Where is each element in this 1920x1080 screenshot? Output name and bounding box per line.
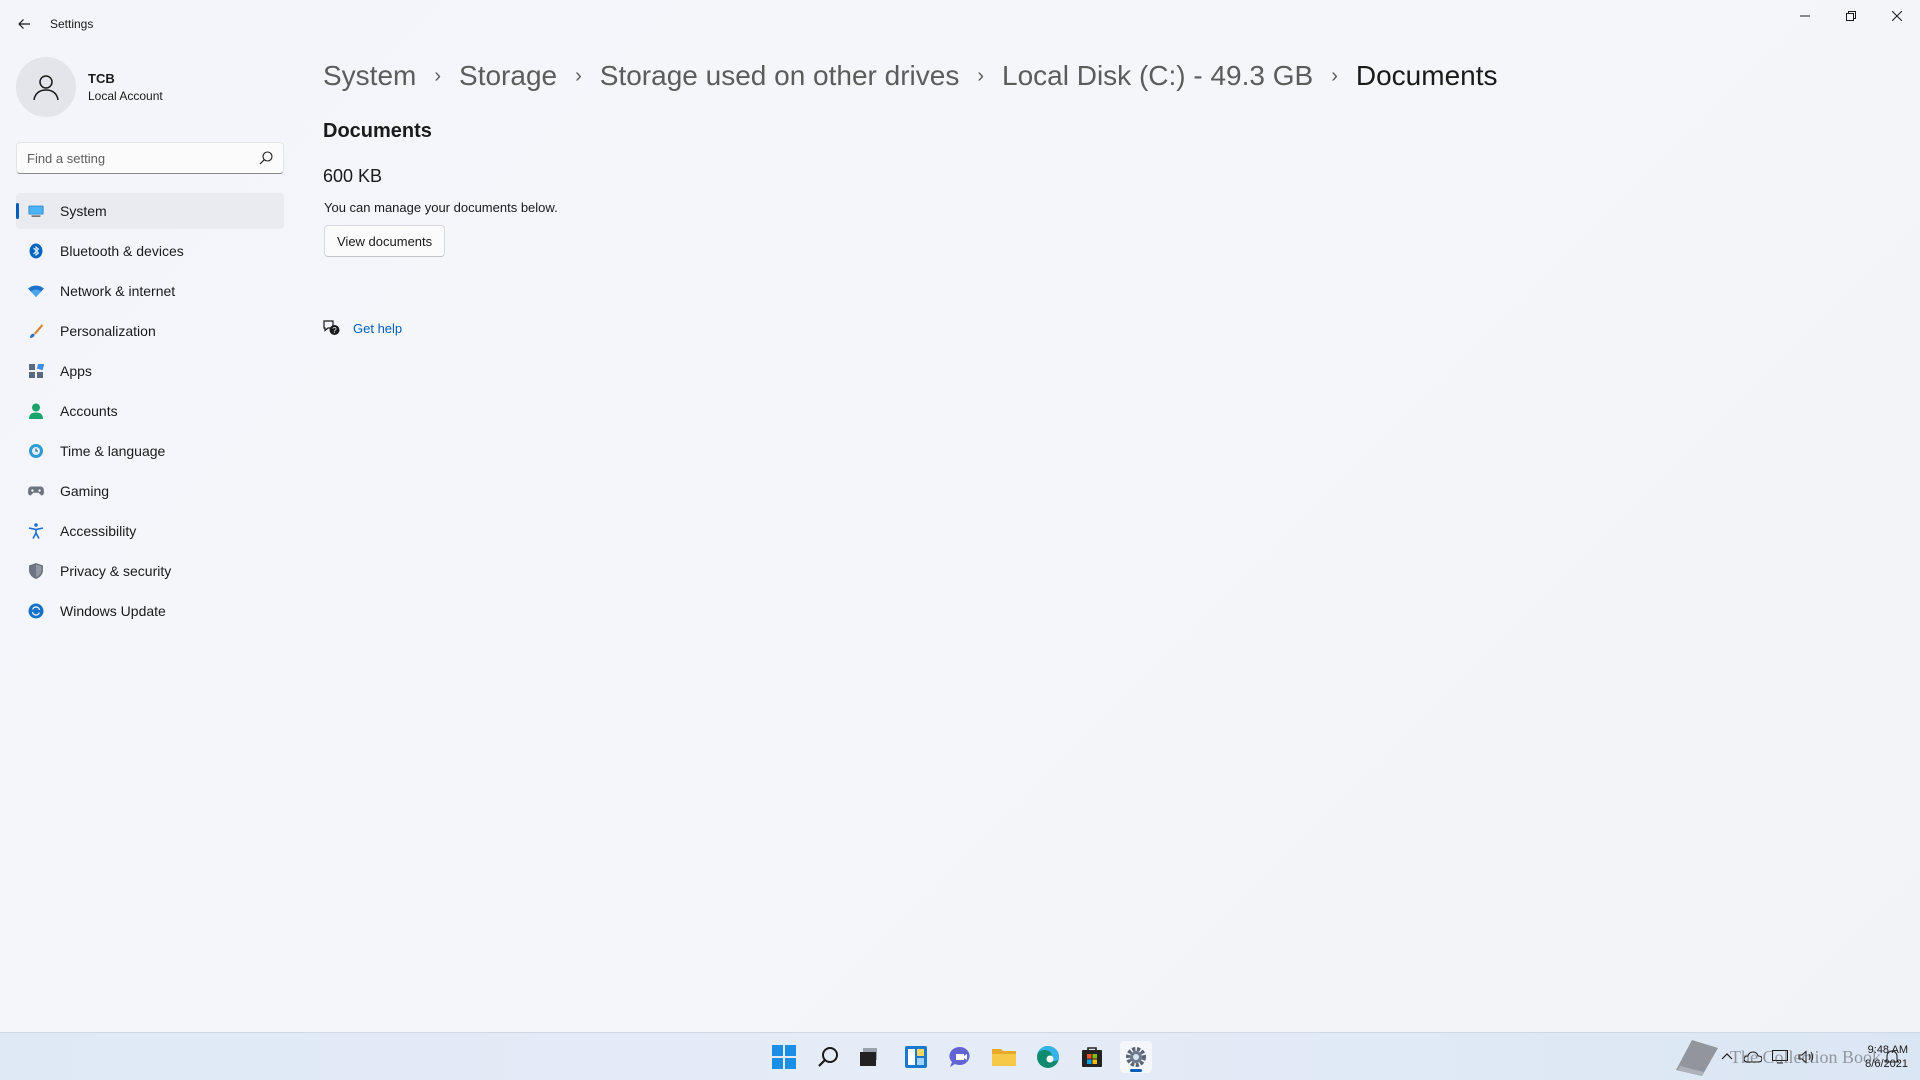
settings-window: Settings TCB Local Account System [0,0,1920,1032]
sidebar-item-personalization[interactable]: Personalization [16,313,284,349]
breadcrumb-storage[interactable]: Storage [459,60,557,92]
windows-start-icon[interactable] [768,1041,800,1073]
back-arrow-icon [18,19,30,29]
chevron-right-icon: › [575,64,582,87]
gamepad-icon [28,483,44,499]
user-profile[interactable]: TCB Local Account [16,57,163,117]
svg-text:?: ? [332,326,337,335]
documents-size: 600 KB [323,166,383,186]
close-icon [1892,11,1902,21]
sidebar-item-accounts[interactable]: Accounts [16,393,284,429]
user-avatar-icon [33,75,59,101]
sidebar-item-label: Apps [60,363,92,379]
sidebar-item-label: Accessibility [60,523,137,539]
notification-icon[interactable] [1884,1049,1900,1065]
get-help-label: Get help [353,320,403,336]
sidebar-item-label: Personalization [60,323,156,339]
minimize-icon [1800,15,1810,17]
close-button[interactable] [1874,0,1920,32]
breadcrumb-local-disk[interactable]: Local Disk (C:) - 49.3 GB [1002,60,1313,92]
sidebar-item-label: Bluetooth & devices [60,243,184,259]
get-help-link[interactable]: ? Get help [323,320,402,336]
profile-name: TCB [88,71,115,86]
teams-chat-icon[interactable] [944,1041,976,1073]
watermark: The Collection Book [1670,1036,1881,1078]
chevron-right-icon: › [1331,64,1338,87]
view-documents-button[interactable]: View documents [324,225,446,257]
accessibility-icon [28,523,44,539]
sidebar-item-network[interactable]: Network & internet [16,273,284,309]
wifi-icon [28,283,44,299]
breadcrumb-system[interactable]: System [323,60,416,92]
sidebar-item-accessibility[interactable]: Accessibility [16,513,284,549]
sidebar-item-label: Time & language [60,443,166,459]
update-icon [28,603,44,619]
documents-description: You can manage your documents below. [324,200,558,215]
sidebar-item-time-language[interactable]: Time & language [16,433,284,469]
sidebar-item-label: Privacy & security [60,563,172,579]
store-icon[interactable] [1076,1041,1108,1073]
title-bar: Settings [0,0,1920,48]
globe-clock-icon [28,443,44,459]
search-input[interactable] [17,143,247,173]
sidebar-nav: System Bluetooth & devices Network & int… [16,193,284,633]
back-button[interactable] [12,12,36,36]
sidebar-item-label: Network & internet [60,283,176,299]
search-icon[interactable] [812,1041,844,1073]
edge-icon[interactable] [1032,1041,1064,1073]
search-icon[interactable] [259,151,273,165]
widgets-icon[interactable] [900,1041,932,1073]
sidebar-item-label: System [60,203,107,219]
brush-icon [28,323,44,339]
sidebar-item-label: Accounts [60,403,118,419]
minimize-button[interactable] [1782,0,1828,32]
restore-icon [1846,11,1856,21]
help-chat-icon: ? [323,320,340,335]
sidebar-item-bluetooth[interactable]: Bluetooth & devices [16,233,284,269]
sidebar-item-label: Gaming [60,483,110,499]
avatar [16,57,76,117]
page-title: Documents [1355,60,1498,91]
chevron-right-icon: › [977,64,985,87]
apps-icon [28,363,44,379]
system-icon [28,203,44,219]
profile-text: TCB Local Account [88,71,163,103]
breadcrumb: System › Storage › Storage used on other… [323,56,1498,96]
profile-account-type: Local Account [88,89,163,103]
taskbar: 9:48 AM 8/6/2021 [0,1032,1920,1080]
watermark-text: The Collection Book [1730,1046,1881,1067]
person-icon [28,403,44,419]
bluetooth-icon [28,243,44,259]
settings-search [16,142,284,174]
breadcrumb-other-drives[interactable]: Storage used on other drives [600,60,960,92]
sidebar-item-gaming[interactable]: Gaming [16,473,284,509]
sidebar-item-privacy-security[interactable]: Privacy & security [16,553,284,589]
sidebar-item-label: Windows Update [60,603,166,619]
file-explorer-icon[interactable] [988,1041,1020,1073]
restore-button[interactable] [1828,0,1874,32]
section-title: Documents [323,120,432,142]
book-logo-icon [1676,1040,1718,1076]
chevron-right-icon: › [434,64,442,87]
sidebar-item-windows-update[interactable]: Windows Update [16,593,284,629]
app-title: Settings [50,17,94,31]
sidebar-item-apps[interactable]: Apps [16,353,284,389]
task-view-icon[interactable] [854,1041,886,1073]
sidebar-item-system[interactable]: System [16,193,284,229]
shield-icon [28,563,44,579]
settings-icon[interactable] [1120,1041,1152,1073]
